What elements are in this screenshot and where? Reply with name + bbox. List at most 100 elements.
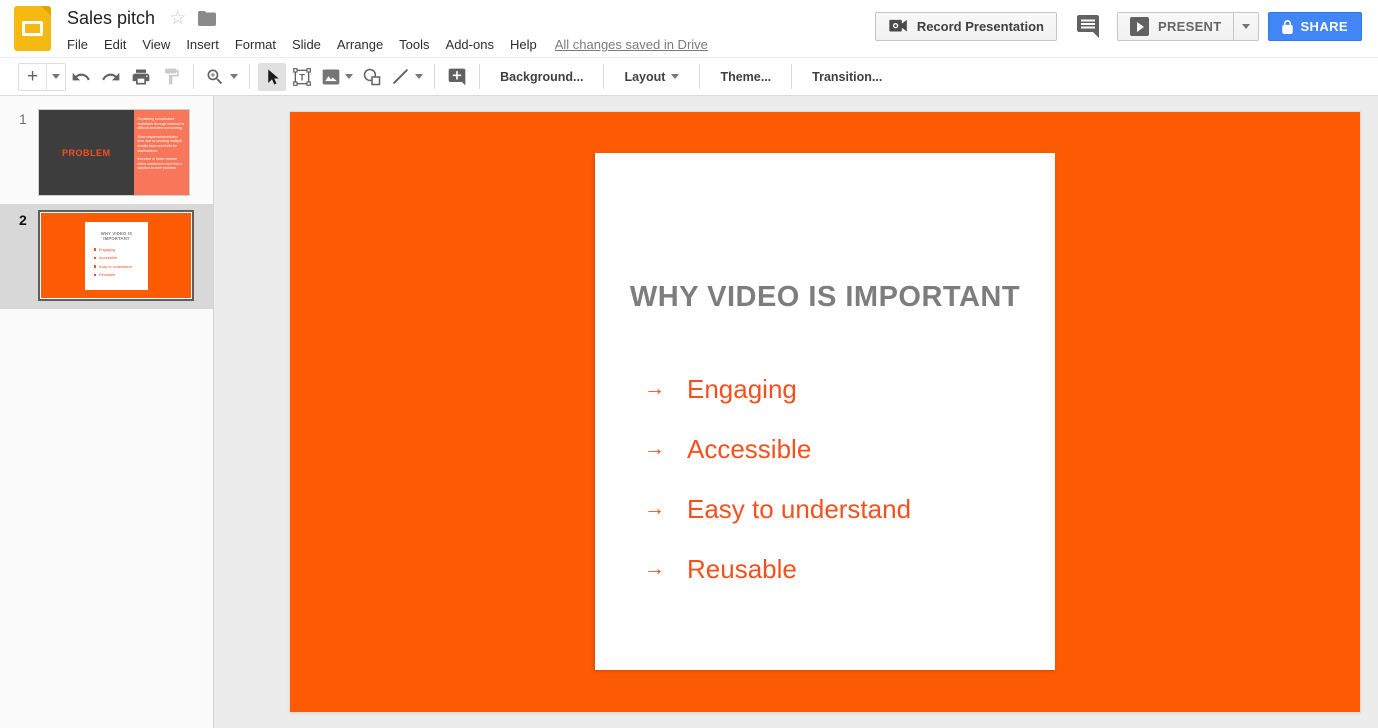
textbox-icon: T [292,67,312,87]
slide-2-row[interactable]: 2 WHY VIDEO IS IMPORTANT Engaging Access… [0,204,213,309]
thumb2-bullet: Engaging [99,248,115,252]
menubar: File Edit View Insert Format Slide Arran… [59,34,708,55]
thumb1-paragraph: Slow response/resolution time due to sen… [138,135,186,153]
bullet-item[interactable]: → Engaging [644,359,911,419]
line-tool-button[interactable] [388,63,426,91]
comment-history-button[interactable] [1076,15,1100,38]
undo-button[interactable] [67,63,95,91]
bullet-item[interactable]: → Easy to understand [644,479,911,539]
share-button[interactable]: SHARE [1268,12,1362,41]
doc-title[interactable]: Sales pitch [67,8,155,29]
image-tool-button[interactable] [318,63,356,91]
menu-item-help[interactable]: Help [502,34,545,55]
transition-button[interactable]: Transition... [799,63,895,91]
menu-item-addons[interactable]: Add-ons [438,34,502,55]
menu-item-tools[interactable]: Tools [391,34,437,55]
layout-button[interactable]: Layout [611,63,692,91]
paint-format-button[interactable] [157,63,185,91]
caret-down-icon [1242,24,1250,29]
bullet-list[interactable]: → Engaging → Accessible → Easy to unders… [644,359,911,599]
arrow-bullet-icon: → [644,377,687,401]
thumb1-dark-panel: PROBLEM [39,110,134,195]
caret-down-icon [230,74,238,79]
slide-white-card[interactable]: WHY VIDEO IS IMPORTANT → Engaging → Acce… [595,153,1055,670]
record-presentation-label: Record Presentation [917,19,1044,34]
theme-button[interactable]: Theme... [707,63,784,91]
present-label: PRESENT [1158,19,1222,34]
save-status-link[interactable]: All changes saved in Drive [555,37,708,52]
lock-icon [1282,20,1293,34]
add-comment-icon [447,67,467,87]
thumb2-white-card: WHY VIDEO IS IMPORTANT Engaging Accessib… [85,222,148,290]
image-icon [321,67,341,87]
menu-item-view[interactable]: View [134,34,178,55]
slide-1-thumbnail[interactable]: PROBLEM Explaining complicated workflows… [38,109,190,196]
caret-down-icon [415,74,423,79]
new-slide-dropdown[interactable] [46,64,65,90]
caret-down-icon [671,74,679,79]
topbar-actions: Record Presentation PRESENT SHARE [875,12,1362,41]
redo-icon [101,67,121,87]
arrow-bullet-icon: → [644,437,687,461]
slides-logo-icon[interactable] [14,6,51,51]
arrow-bullet-icon: → [644,497,687,521]
zoom-icon [205,67,225,87]
comment-history-icon [1076,15,1100,38]
toolbar-divider [479,64,480,89]
slide[interactable]: WHY VIDEO IS IMPORTANT → Engaging → Acce… [290,112,1360,712]
thumb1-paragraph: Explaining complicated workflows through… [138,117,186,131]
background-button[interactable]: Background... [487,63,596,91]
redo-button[interactable] [97,63,125,91]
thumb2-bullet: Easy to understand [99,265,132,269]
present-dropdown-button[interactable] [1234,12,1259,41]
filmstrip: 1 PROBLEM Explaining complicated workflo… [0,96,214,728]
bullet-item[interactable]: → Accessible [644,419,911,479]
star-icon[interactable]: ☆ [169,7,186,30]
toolbar: + T Background... Layout [0,57,1378,96]
play-icon [1130,17,1149,36]
menu-item-format[interactable]: Format [227,34,284,55]
slide-1-row[interactable]: 1 PROBLEM Explaining complicated workflo… [0,103,213,204]
thumb2-bullet-icon [94,257,97,260]
shape-tool-button[interactable] [358,63,386,91]
undo-icon [71,67,91,87]
record-presentation-button[interactable]: Record Presentation [875,12,1057,41]
insert-comment-button[interactable] [443,63,471,91]
menu-item-insert[interactable]: Insert [178,34,227,55]
menu-item-file[interactable]: File [59,34,96,55]
menu-item-edit[interactable]: Edit [96,34,134,55]
present-button[interactable]: PRESENT [1117,12,1235,41]
new-slide-split-button: + [18,63,66,91]
new-slide-button[interactable]: + [19,64,46,90]
zoom-button[interactable] [202,63,241,91]
logo-rect [22,21,43,36]
thumb1-title: PROBLEM [62,148,111,158]
bullet-label: Easy to understand [687,494,911,525]
paint-roller-icon [162,67,181,86]
title-block: Sales pitch ☆ File Edit View Insert Form… [67,0,708,55]
toolbar-divider [249,64,250,89]
menu-item-arrange[interactable]: Arrange [329,34,391,55]
folder-icon[interactable] [198,11,216,26]
caret-down-icon [345,74,353,79]
bullet-item[interactable]: → Reusable [644,539,911,599]
slide-title[interactable]: WHY VIDEO IS IMPORTANT [595,281,1055,314]
textbox-tool-button[interactable]: T [288,63,316,91]
slide-2-thumbnail[interactable]: WHY VIDEO IS IMPORTANT Engaging Accessib… [38,210,194,301]
content-area: 1 PROBLEM Explaining complicated workflo… [0,96,1378,728]
toolbar-divider [603,64,604,89]
thumb1-paragraph: Increase in ticket volume when customers… [138,157,186,171]
thumb2-title: WHY VIDEO IS IMPORTANT [91,231,143,241]
slide-2-number: 2 [0,210,38,301]
slide-1-number: 1 [0,109,38,196]
thumb1-body-panel: Explaining complicated workflows through… [134,110,190,195]
menu-item-slide[interactable]: Slide [284,34,329,55]
thumb2-bullet-icon [94,274,97,277]
print-button[interactable] [127,63,155,91]
toolbar-divider [791,64,792,89]
toolbar-divider [699,64,700,89]
select-tool-button[interactable] [258,63,286,91]
caret-down-icon [52,74,60,79]
print-icon [131,67,151,87]
share-label: SHARE [1300,19,1348,34]
